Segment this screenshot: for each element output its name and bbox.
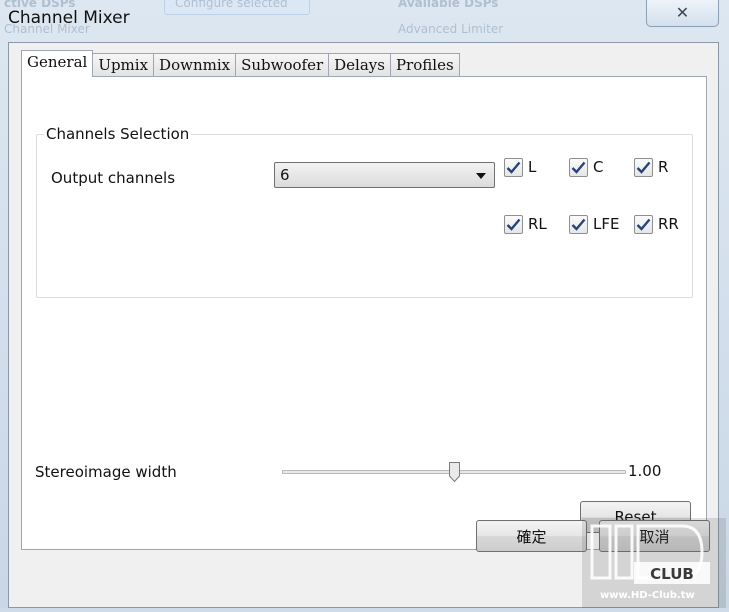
stereo-width-value: 1.00 bbox=[628, 462, 662, 480]
stereo-width-slider-thumb[interactable] bbox=[449, 462, 460, 482]
channel-checkbox-r[interactable]: R bbox=[634, 156, 668, 178]
output-channels-label: Output channels bbox=[51, 169, 176, 187]
checkmark-icon bbox=[506, 161, 521, 174]
hd-club-watermark-logo: CLUB www.HD-Club.tw bbox=[582, 518, 726, 608]
background-advanced-limiter-item: Advanced Limiter bbox=[398, 22, 504, 36]
channel-checkbox-l[interactable]: L bbox=[504, 156, 536, 178]
channel-label-rl: RL bbox=[528, 215, 547, 233]
channel-label-c: C bbox=[593, 158, 604, 176]
checkbox-rl[interactable] bbox=[504, 214, 523, 234]
channel-checkbox-c[interactable]: C bbox=[569, 156, 603, 178]
channel-checkbox-lfe[interactable]: LFE bbox=[569, 213, 619, 235]
checkmark-icon bbox=[571, 218, 586, 231]
channels-selection-label: Channels Selection bbox=[44, 125, 192, 143]
checkmark-icon bbox=[571, 161, 586, 174]
checkmark-icon bbox=[636, 218, 651, 231]
chevron-down-icon bbox=[476, 173, 486, 179]
checkbox-l[interactable] bbox=[504, 157, 523, 177]
stereo-width-label: Stereoimage width bbox=[35, 463, 177, 481]
background-configure-label: Configure selected bbox=[175, 0, 288, 10]
general-tab-panel: Channels Selection Output channels 6 L C… bbox=[21, 76, 707, 550]
channel-checkbox-rl[interactable]: RL bbox=[504, 213, 547, 235]
output-channels-value: 6 bbox=[280, 166, 290, 184]
svg-text:CLUB: CLUB bbox=[650, 565, 694, 583]
window-title: Channel Mixer bbox=[8, 8, 130, 28]
checkbox-r[interactable] bbox=[634, 157, 653, 177]
checkbox-lfe[interactable] bbox=[569, 214, 588, 234]
close-button[interactable]: ✕ bbox=[646, 0, 719, 27]
checkmark-icon bbox=[636, 161, 651, 174]
watermark-url: www.HD-Club.tw bbox=[600, 590, 695, 601]
tab-delays[interactable]: Delays bbox=[328, 53, 391, 77]
channel-label-lfe: LFE bbox=[593, 215, 620, 233]
channel-label-r: R bbox=[658, 158, 669, 176]
background-available-dsps-label: Available DSPs bbox=[398, 0, 499, 10]
close-icon: ✕ bbox=[675, 3, 690, 22]
channel-label-l: L bbox=[528, 158, 537, 176]
checkmark-icon bbox=[506, 218, 521, 231]
output-channels-select[interactable]: 6 bbox=[274, 162, 495, 188]
tab-subwoofer[interactable]: Subwoofer bbox=[235, 53, 330, 77]
checkbox-c[interactable] bbox=[569, 157, 588, 177]
ok-button[interactable]: 確定 bbox=[476, 520, 587, 552]
channel-checkbox-rr[interactable]: RR bbox=[634, 213, 679, 235]
checkbox-rr[interactable] bbox=[634, 214, 653, 234]
tab-upmix[interactable]: Upmix bbox=[92, 53, 155, 77]
tab-profiles[interactable]: Profiles bbox=[389, 53, 460, 77]
channel-label-rr: RR bbox=[658, 215, 679, 233]
tab-strip: General Upmix Downmix Subwoofer Delays P… bbox=[21, 50, 460, 77]
tab-downmix[interactable]: Downmix bbox=[153, 53, 237, 77]
tab-general[interactable]: General bbox=[21, 50, 94, 77]
